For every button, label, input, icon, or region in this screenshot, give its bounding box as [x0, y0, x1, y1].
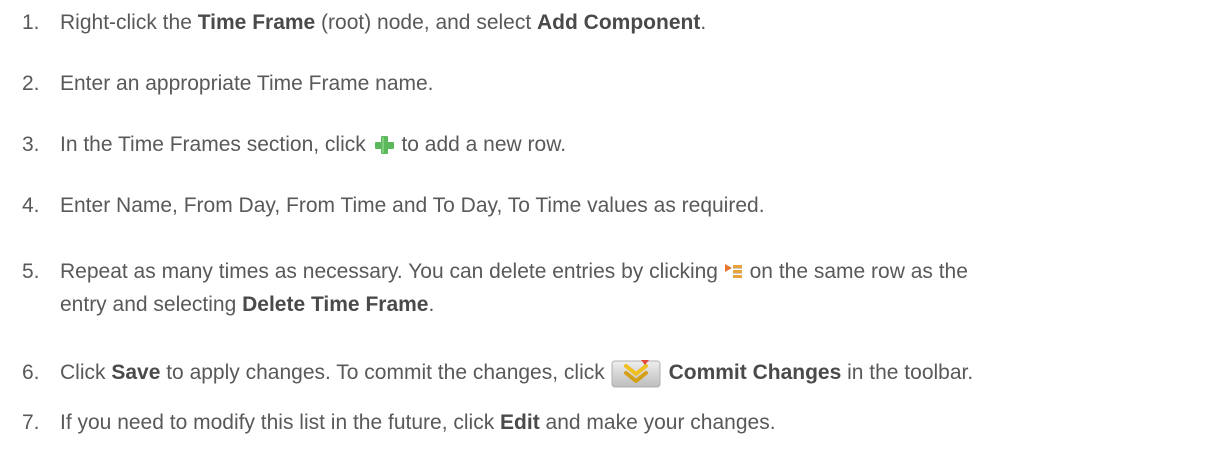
step-text: Repeat as many times as necessary. You c… [60, 260, 968, 283]
ui-term-add-component: Add Component [537, 11, 701, 34]
green-plus-icon [372, 133, 396, 157]
step-text: Enter Name, From Day, From Time and To D… [60, 194, 765, 217]
step-number: 1. [22, 11, 40, 34]
step-text: In the Time Frames section, click to add… [60, 133, 567, 157]
step-number: 2. [22, 72, 40, 95]
ui-term-delete-time-frame: Delete Time Frame [242, 293, 429, 316]
step-text: Enter an appropriate Time Frame name. [60, 72, 434, 95]
step-2: 2. Enter an appropriate Time Frame name. [22, 67, 1212, 100]
row-menu-icon [724, 262, 744, 282]
ui-term-save: Save [111, 361, 161, 384]
step-text: Right-click the Time Frame (root) node, … [60, 11, 707, 34]
step-number: 5. [22, 260, 40, 283]
ui-term-commit-changes: Commit Changes [668, 361, 842, 384]
ui-term-edit: Edit [500, 411, 540, 434]
step-5: 5. Repeat as many times as necessary. You… [22, 255, 1212, 321]
step-text: If you need to modify this list in the f… [60, 411, 776, 434]
step-6: 6. Click Save to apply changes. To commit… [22, 356, 1212, 389]
step-number: 3. [22, 133, 40, 156]
step-text: Click Save to apply changes. To commit t… [60, 356, 973, 389]
commit-changes-icon [611, 358, 661, 388]
step-number: 6. [22, 361, 40, 384]
step-3: 3. In the Time Frames section, click to a… [22, 128, 1212, 161]
step-number: 7. [22, 411, 40, 434]
ui-term-time-frame: Time Frame [197, 11, 316, 34]
step-number: 4. [22, 194, 40, 217]
step-4: 4. Enter Name, From Day, From Time and To… [22, 189, 1212, 222]
step-1: 1. Right-click the Time Frame (root) node… [22, 6, 1212, 39]
step-7: 7. If you need to modify this list in the… [22, 406, 1212, 439]
step-text-continued: entry and selecting Delete Time Frame. [60, 293, 435, 316]
